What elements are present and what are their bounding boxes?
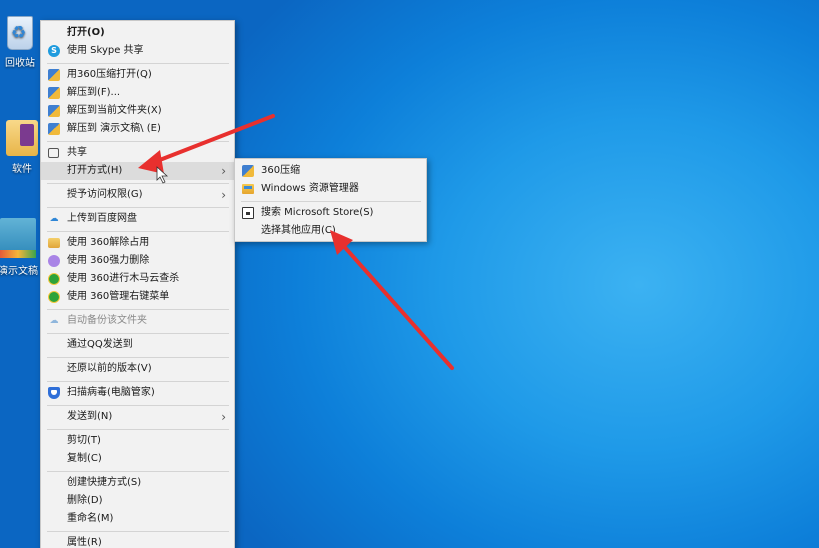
menu-item-extract-to-folder[interactable]: 解压到 演示文稿\ (E) [41,120,234,138]
menu-item-open-with[interactable]: 打开方式(H) › [41,162,234,180]
tencent-shield-icon [48,387,60,399]
chevron-right-icon: › [221,164,226,178]
360-zip-icon [48,105,60,117]
menu-item-delete[interactable]: 删除(D) [41,492,234,510]
menu-item-cut[interactable]: 剪切(T) [41,432,234,450]
menu-item-grant-access[interactable]: 授予访问权限(G) › [41,186,234,204]
menu-separator [47,182,229,184]
folder-icon [6,120,38,156]
menu-item-open[interactable]: 打开(O) [41,24,234,42]
desktop-icon-recycle-bin[interactable]: 回收站 [0,16,42,69]
menu-item-360-unlock[interactable]: 使用 360解除占用 [41,234,234,252]
menu-item-360-manage[interactable]: 使用 360管理右键菜单 [41,288,234,306]
menu-separator [47,530,229,532]
open-with-submenu: 360压缩 Windows 资源管理器 搜索 Microsoft Store(S… [234,158,427,242]
baidu-cloud-icon: ☁ [49,214,59,224]
recycle-bin-icon [7,16,33,50]
360-zip-icon [48,123,60,135]
menu-item-open-with-360zip[interactable]: 用360压缩打开(Q) [41,66,234,84]
360-zip-icon [48,87,60,99]
360-zip-icon [48,69,60,81]
menu-separator [47,428,229,430]
baidu-cloud-icon: ☁ [49,316,59,326]
share-icon [48,148,59,158]
context-menu: 打开(O) S 使用 Skype 共享 用360压缩打开(Q) 解压到(F)...… [40,20,235,548]
menu-item-extract-to[interactable]: 解压到(F)... [41,84,234,102]
menu-separator [47,470,229,472]
microsoft-store-icon [242,207,254,219]
file-explorer-icon [242,184,254,194]
menu-item-share[interactable]: 共享 [41,144,234,162]
menu-item-restore-versions[interactable]: 还原以前的版本(V) [41,360,234,378]
menu-separator [47,230,229,232]
menu-separator [47,380,229,382]
menu-item-extract-here[interactable]: 解压到当前文件夹(X) [41,102,234,120]
desktop-icon-presentation[interactable]: 演示文稿 [0,218,42,277]
chevron-right-icon: › [221,188,226,202]
360-unlock-icon [48,238,60,248]
menu-separator [47,356,229,358]
menu-separator [47,332,229,334]
360-zip-icon [242,165,254,177]
menu-item-skype-share[interactable]: S 使用 Skype 共享 [41,42,234,60]
submenu-item-file-explorer[interactable]: Windows 资源管理器 [235,180,426,198]
menu-item-upload-baidu[interactable]: ☁ 上传到百度网盘 [41,210,234,228]
menu-separator [47,404,229,406]
document-icon [0,218,36,258]
submenu-item-search-store[interactable]: 搜索 Microsoft Store(S) [235,204,426,222]
menu-item-360-delete[interactable]: 使用 360强力删除 [41,252,234,270]
menu-item-create-shortcut[interactable]: 创建快捷方式(S) [41,474,234,492]
menu-separator [47,62,229,64]
360-delete-icon [48,255,60,267]
menu-separator [241,200,421,202]
menu-item-send-via-qq[interactable]: 通过QQ发送到 [41,336,234,354]
skype-icon: S [48,45,60,57]
submenu-item-360zip[interactable]: 360压缩 [235,162,426,180]
menu-item-auto-backup[interactable]: ☁ 自动备份该文件夹 [41,312,234,330]
desktop-icon-software-folder[interactable]: 软件 [0,120,44,175]
menu-separator [47,140,229,142]
360-scan-icon [48,273,60,285]
desktop-icon-label: 回收站 [5,58,35,69]
menu-item-copy[interactable]: 复制(C) [41,450,234,468]
menu-separator [47,308,229,310]
menu-item-rename[interactable]: 重命名(M) [41,510,234,528]
desktop-icon-label: 软件 [12,164,32,175]
menu-item-360-scan[interactable]: 使用 360进行木马云查杀 [41,270,234,288]
menu-item-scan-virus[interactable]: 扫描病毒(电脑管家) [41,384,234,402]
360-manage-icon [48,291,60,303]
menu-item-properties[interactable]: 属性(R) [41,534,234,548]
arrow-to-choose-other-app [330,230,454,370]
submenu-item-choose-other-app[interactable]: 选择其他应用(C) [235,222,426,240]
chevron-right-icon: › [221,410,226,424]
menu-item-send-to[interactable]: 发送到(N) › [41,408,234,426]
desktop-icon-label: 演示文稿 [0,266,38,277]
menu-separator [47,206,229,208]
